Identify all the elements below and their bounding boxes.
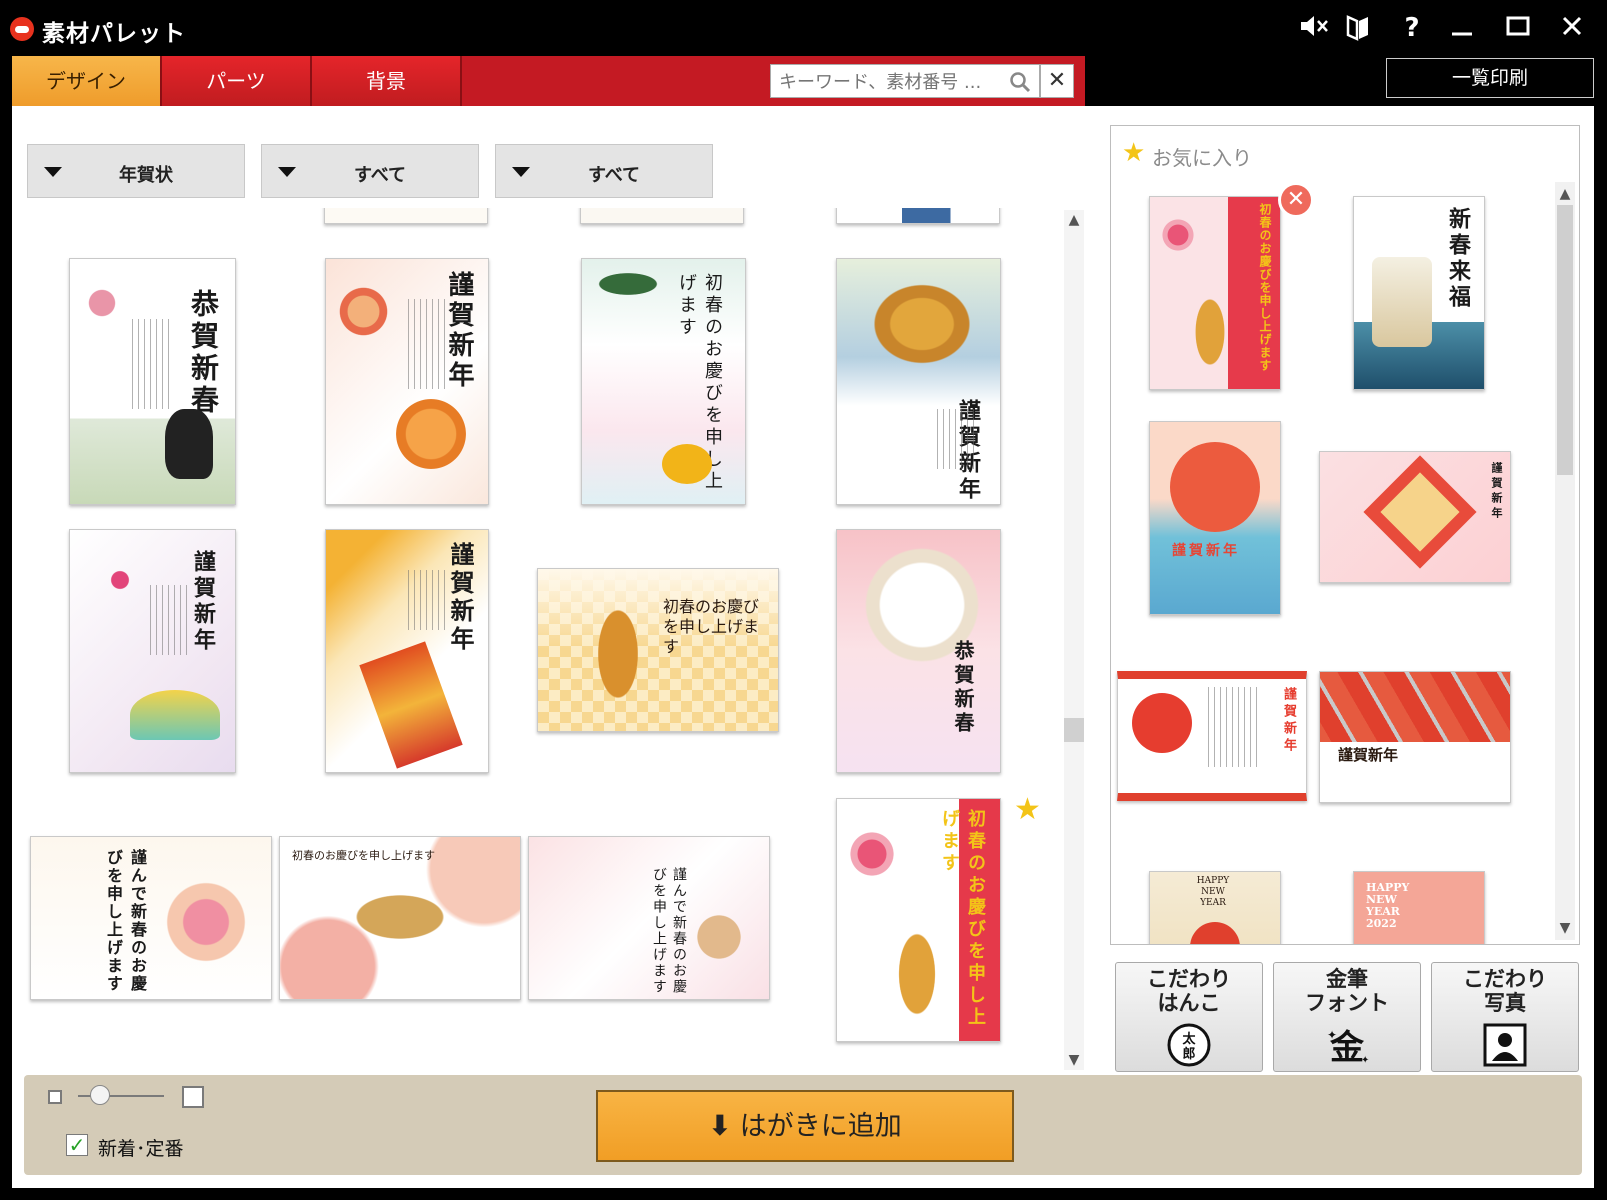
design-card[interactable]: 初春のお慶びを申し上げます bbox=[537, 568, 779, 732]
window-title: 素材パレット bbox=[42, 21, 186, 47]
gallery-scroll-thumb[interactable] bbox=[1064, 718, 1084, 742]
chevron-down-icon bbox=[512, 167, 530, 177]
search-clear-button[interactable]: ✕ bbox=[1040, 64, 1074, 98]
book-icon[interactable] bbox=[1340, 12, 1376, 44]
filter-type-dropdown[interactable]: すべて bbox=[261, 144, 479, 198]
favorite-card[interactable]: 謹賀新年 bbox=[1319, 671, 1511, 803]
download-arrow-icon: ⬇ bbox=[708, 1109, 732, 1142]
custom-seal-button[interactable]: こだわり はんこ 太郎 bbox=[1115, 962, 1263, 1072]
favorites-panel: 初春のお慶びを申し上げます 新春来福 謹賀新年 謹賀新年 謹賀新年 謹賀新年 H… bbox=[1110, 125, 1580, 945]
design-card-partial[interactable] bbox=[580, 208, 744, 224]
filter-category-dropdown[interactable]: 年賀状 bbox=[27, 144, 245, 198]
design-card[interactable]: 恭賀新春 bbox=[836, 529, 1001, 773]
print-list-button[interactable]: 一覧印刷 bbox=[1386, 58, 1594, 98]
close-icon[interactable] bbox=[1554, 12, 1590, 44]
design-card[interactable]: 恭賀新春 bbox=[69, 258, 236, 505]
chevron-down-icon bbox=[44, 167, 62, 177]
design-card[interactable]: 謹賀新年 bbox=[325, 258, 489, 505]
thumbnail-size-slider-thumb[interactable] bbox=[89, 1085, 110, 1105]
chevron-down-icon bbox=[278, 167, 296, 177]
design-card[interactable]: 謹んで新春のお慶びを申し上げます bbox=[30, 836, 272, 1000]
maximize-icon[interactable] bbox=[1500, 12, 1536, 44]
svg-text:✦: ✦ bbox=[1327, 1028, 1337, 1042]
search-box bbox=[770, 64, 1040, 99]
filter-style-dropdown[interactable]: すべて bbox=[495, 144, 713, 198]
favorite-card[interactable]: 謹賀新年 bbox=[1117, 671, 1307, 801]
star-icon: ★ bbox=[1122, 138, 1146, 168]
scroll-down-icon[interactable]: ▼ bbox=[1064, 1050, 1084, 1070]
svg-text:✦: ✦ bbox=[1361, 1055, 1369, 1066]
design-card[interactable]: 謹賀新年 bbox=[325, 529, 489, 773]
favorite-card[interactable]: HAPPY NEW YEAR 2022 bbox=[1353, 871, 1485, 944]
search-input[interactable] bbox=[777, 65, 1009, 99]
svg-text:郎: 郎 bbox=[1182, 1046, 1195, 1062]
favorite-card[interactable]: 新春来福 bbox=[1353, 196, 1485, 390]
favorites-scroll-thumb[interactable] bbox=[1557, 205, 1573, 475]
tab-design[interactable]: デザイン bbox=[12, 56, 162, 106]
favorite-card[interactable]: 謹賀新年 bbox=[1149, 421, 1281, 615]
tab-parts[interactable]: パーツ bbox=[162, 56, 312, 106]
svg-text:太: 太 bbox=[1181, 1031, 1196, 1047]
help-icon[interactable]: ? bbox=[1394, 12, 1430, 44]
new-standard-label: 新着･定番 bbox=[98, 1138, 184, 1160]
add-to-postcard-button[interactable]: ⬇ はがきに追加 bbox=[596, 1090, 1014, 1162]
scroll-up-icon[interactable]: ▲ bbox=[1555, 184, 1575, 204]
new-standard-checkbox[interactable]: ✓ bbox=[66, 1134, 88, 1156]
scroll-down-icon[interactable]: ▼ bbox=[1555, 918, 1575, 938]
design-card[interactable]: 謹賀新年 bbox=[69, 529, 236, 773]
design-card-partial[interactable] bbox=[324, 208, 488, 224]
design-gallery: 恭賀新春 謹賀新年 初春のお慶びを申し上げます 謹賀新年 謹賀新年 謹賀新年 初… bbox=[20, 208, 1060, 1063]
remove-favorite-icon[interactable]: ✕ bbox=[1278, 182, 1314, 218]
gold-brush-font-button[interactable]: 金筆 フォント 金 ✦ ✦ bbox=[1273, 962, 1421, 1072]
tab-background[interactable]: 背景 bbox=[312, 56, 462, 106]
photo-icon bbox=[1481, 1023, 1529, 1067]
thumbnail-large-icon[interactable] bbox=[182, 1086, 204, 1108]
mute-icon[interactable] bbox=[1296, 12, 1332, 44]
favorite-card[interactable]: 謹賀新年 bbox=[1319, 451, 1511, 583]
favorite-card[interactable]: HAPPY NEW YEAR bbox=[1149, 871, 1281, 944]
design-card[interactable]: 初春のお慶びを申し上げます bbox=[836, 798, 1001, 1042]
thumbnail-small-icon[interactable] bbox=[48, 1090, 62, 1104]
design-card[interactable]: 初春のお慶びを申し上げます bbox=[279, 836, 521, 1000]
gallery-scrollbar[interactable]: ▲ ▼ bbox=[1064, 210, 1084, 1070]
favorite-star-icon[interactable]: ★ bbox=[1014, 795, 1044, 825]
favorites-title: お気に入り bbox=[1152, 146, 1252, 170]
custom-photo-button[interactable]: こだわり 写真 bbox=[1431, 962, 1579, 1072]
favorite-card[interactable]: 初春のお慶びを申し上げます bbox=[1149, 196, 1281, 390]
design-card-partial[interactable] bbox=[836, 208, 1000, 224]
search-icon[interactable] bbox=[1009, 71, 1031, 93]
design-card[interactable]: 初春のお慶びを申し上げます bbox=[581, 258, 746, 505]
design-card[interactable]: 謹賀新年 bbox=[836, 258, 1001, 505]
seal-icon: 太郎 bbox=[1165, 1023, 1213, 1067]
design-card[interactable]: 謹んで新春のお慶びを申し上げます bbox=[528, 836, 770, 1000]
minimize-icon[interactable] bbox=[1444, 12, 1480, 44]
app-logo-icon bbox=[10, 17, 34, 41]
gold-brush-icon: 金 ✦ ✦ bbox=[1323, 1023, 1371, 1068]
scroll-up-icon[interactable]: ▲ bbox=[1064, 210, 1084, 230]
